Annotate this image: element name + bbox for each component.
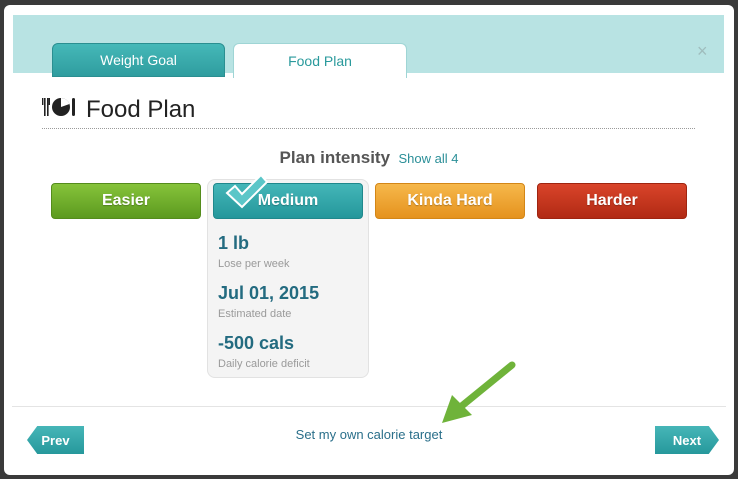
tab-weight-goal[interactable]: Weight Goal xyxy=(52,43,225,77)
footer-divider xyxy=(12,406,726,407)
next-button[interactable]: Next xyxy=(655,426,719,454)
date-stat: Jul 01, 2015 Estimated date xyxy=(218,283,319,320)
easier-button[interactable]: Easier xyxy=(51,183,201,219)
fork-plate-knife-icon xyxy=(42,95,76,124)
green-arrow-icon xyxy=(436,361,516,434)
deficit-stat: -500 cals Daily calorie deficit xyxy=(218,333,310,370)
plan-intensity-row: Plan intensity Show all 4 xyxy=(4,148,734,168)
checkmark-icon xyxy=(224,173,269,216)
plan-intensity-label: Plan intensity xyxy=(279,148,391,167)
page-title-row: Food Plan xyxy=(42,95,195,124)
deficit-value: -500 cals xyxy=(218,333,295,353)
close-icon[interactable]: × xyxy=(697,41,708,62)
food-plan-modal: Weight Goal Food Plan × Food Plan Plan i… xyxy=(4,5,734,475)
harder-button[interactable]: Harder xyxy=(537,183,687,219)
own-calorie-target-link[interactable]: Set my own calorie target xyxy=(4,427,734,442)
date-value: Jul 01, 2015 xyxy=(218,283,320,303)
rate-stat: 1 lb Lose per week xyxy=(218,233,290,270)
show-all-link[interactable]: Show all 4 xyxy=(399,151,459,166)
rate-label: Lose per week xyxy=(218,258,290,270)
tab-bar: Weight Goal Food Plan × xyxy=(13,15,724,78)
date-label: Estimated date xyxy=(218,308,292,320)
deficit-label: Daily calorie deficit xyxy=(218,358,310,370)
rate-value: 1 lb xyxy=(218,233,250,253)
title-divider xyxy=(42,128,695,129)
tab-food-plan[interactable]: Food Plan xyxy=(233,43,407,78)
kinda-hard-button[interactable]: Kinda Hard xyxy=(375,183,525,219)
page-title: Food Plan xyxy=(86,95,196,123)
